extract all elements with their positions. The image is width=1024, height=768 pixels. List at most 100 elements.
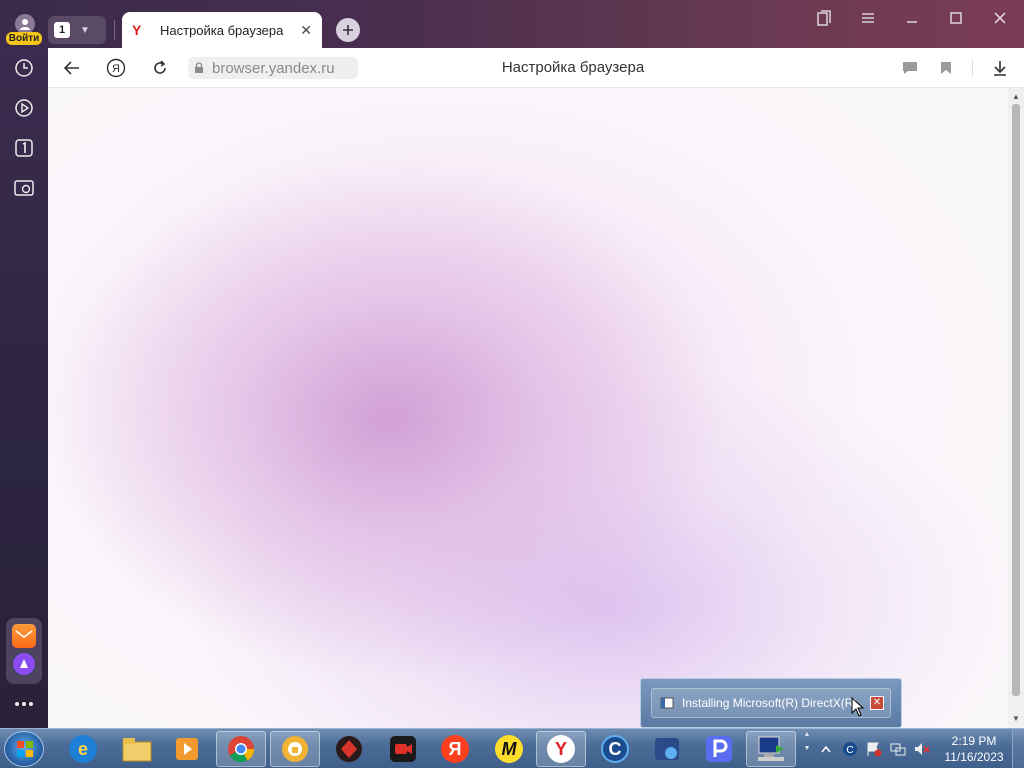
yandex-logo-icon: Я xyxy=(106,58,126,78)
tray-flag-icon[interactable] xyxy=(866,741,882,757)
close-icon xyxy=(994,12,1006,24)
play-icon xyxy=(15,99,33,117)
divider xyxy=(114,20,115,40)
address-bar: Я browser.yandex.ru Настройка браузера xyxy=(48,48,1024,88)
more-button[interactable] xyxy=(12,692,36,716)
more-dots-icon xyxy=(15,702,33,706)
ccleaner-icon: C xyxy=(601,735,629,763)
taskbar-installer[interactable] xyxy=(746,731,796,767)
scrollbar-thumb[interactable] xyxy=(1012,104,1020,696)
system-clock[interactable]: 2:19 PM 11/16/2023 xyxy=(940,733,1008,765)
bookmark-icon xyxy=(941,62,951,74)
tray-volume-muted-icon[interactable] xyxy=(914,741,930,757)
history-button[interactable] xyxy=(12,56,36,80)
explorer-icon xyxy=(122,738,152,762)
window-icon xyxy=(660,697,674,709)
taskbar: e Я M Y C ▲ ▼ C 2:19 PM 11/16/2023 xyxy=(0,728,1024,768)
chevron-down-icon: ▼ xyxy=(80,24,90,36)
taskbar-screenshot-tool[interactable] xyxy=(642,731,692,767)
bookmarks-collections-button[interactable] xyxy=(804,6,844,30)
url-field[interactable]: browser.yandex.ru xyxy=(188,57,358,79)
screenshot-button[interactable] xyxy=(12,176,36,200)
taskbar-explorer[interactable] xyxy=(112,731,162,767)
yandex-icon: Я xyxy=(441,735,469,763)
taskbar-game[interactable] xyxy=(324,731,374,767)
download-icon xyxy=(994,61,1006,76)
installer-icon xyxy=(758,736,784,761)
tab-count-icon xyxy=(15,139,33,157)
clock-date: 11/16/2023 xyxy=(944,750,1004,764)
mouse-cursor-icon xyxy=(851,697,865,717)
tab-count: 1 xyxy=(54,22,70,38)
reload-button[interactable] xyxy=(148,56,172,80)
tab-active[interactable]: Y Настройка браузера ✕ xyxy=(122,12,322,48)
ie-icon: e xyxy=(69,735,97,763)
minimize-icon xyxy=(907,21,917,23)
yandex-browser-icon: Y xyxy=(547,735,575,763)
video-button[interactable] xyxy=(12,96,36,120)
hamburger-icon xyxy=(862,13,874,23)
taskbar-media[interactable] xyxy=(162,731,212,767)
thumbnail-label: Installing Microsoft(R) DirectX(R) xyxy=(682,696,858,710)
lock-icon xyxy=(195,62,203,73)
arrow-left-icon xyxy=(64,61,79,75)
tabs-button[interactable] xyxy=(12,136,36,160)
market-icon: M xyxy=(495,735,523,763)
scroll-up-icon[interactable]: ▲ xyxy=(1008,90,1024,104)
show-desktop-button[interactable] xyxy=(1012,729,1024,768)
start-button[interactable] xyxy=(4,731,44,767)
taskbar-chrome[interactable] xyxy=(216,731,266,767)
avatar-icon xyxy=(15,14,35,34)
taskbar-ie[interactable]: e xyxy=(58,731,108,767)
url-text: browser.yandex.ru xyxy=(212,59,335,77)
tab-title: Настройка браузера xyxy=(160,22,284,38)
back-button[interactable] xyxy=(60,56,84,80)
tray-expand-icon[interactable] xyxy=(818,741,834,757)
clock-time: 2:19 PM xyxy=(951,734,997,748)
media-icon xyxy=(176,738,198,760)
taskbar-p-app[interactable] xyxy=(694,731,744,767)
tab-close-icon[interactable]: ✕ xyxy=(300,22,312,39)
profile-button[interactable]: Войти xyxy=(6,14,42,46)
taskbar-recorder[interactable] xyxy=(378,731,428,767)
taskbar-ccleaner[interactable]: C xyxy=(590,731,640,767)
downloads-button[interactable] xyxy=(988,56,1012,80)
taskbar-vpn[interactable] xyxy=(270,731,320,767)
taskbar-scroll[interactable]: ▲ ▼ xyxy=(800,731,814,767)
yandex-home-button[interactable]: Я xyxy=(104,56,128,80)
taskbar-yandex-browser[interactable]: Y xyxy=(536,731,586,767)
yandex-favicon-icon: Y xyxy=(132,22,142,38)
tray-ccleaner-icon[interactable]: C xyxy=(842,741,858,757)
alice-button[interactable] xyxy=(12,652,36,676)
scrollbar[interactable]: ▲ ▼ xyxy=(1008,88,1024,728)
clock-icon xyxy=(15,59,33,77)
mail-icon[interactable] xyxy=(12,624,36,648)
scroll-down-icon[interactable]: ▼ xyxy=(1008,712,1024,726)
svg-text:C: C xyxy=(846,745,853,756)
maximize-button[interactable] xyxy=(936,6,976,30)
tray-network-icon[interactable] xyxy=(890,741,906,757)
taskbar-yandex[interactable]: Я xyxy=(430,731,480,767)
svg-text:Я: Я xyxy=(112,63,120,75)
windows-logo-icon xyxy=(17,741,33,757)
new-tab-button[interactable] xyxy=(336,18,360,42)
page-title: Настройка браузера xyxy=(501,59,645,76)
tab-counter-button[interactable]: 1 ▼ xyxy=(48,16,106,44)
minimize-button[interactable] xyxy=(892,6,932,30)
taskbar-market[interactable]: M xyxy=(484,731,534,767)
alice-icon xyxy=(13,653,35,675)
menu-button[interactable] xyxy=(848,6,888,30)
reviews-button[interactable] xyxy=(898,56,922,80)
chrome-icon xyxy=(228,736,255,763)
chat-bubble-icon xyxy=(903,62,917,74)
vpn-icon xyxy=(282,736,308,762)
p-app-icon xyxy=(706,736,732,762)
sidebar xyxy=(0,48,48,728)
game-icon xyxy=(336,736,362,762)
maximize-icon xyxy=(950,12,962,24)
bookmark-button[interactable] xyxy=(934,56,958,80)
thumbnail-close-icon[interactable]: ✕ xyxy=(870,696,884,710)
recorder-icon xyxy=(390,736,416,762)
close-window-button[interactable] xyxy=(980,6,1020,30)
reload-icon xyxy=(154,60,166,74)
